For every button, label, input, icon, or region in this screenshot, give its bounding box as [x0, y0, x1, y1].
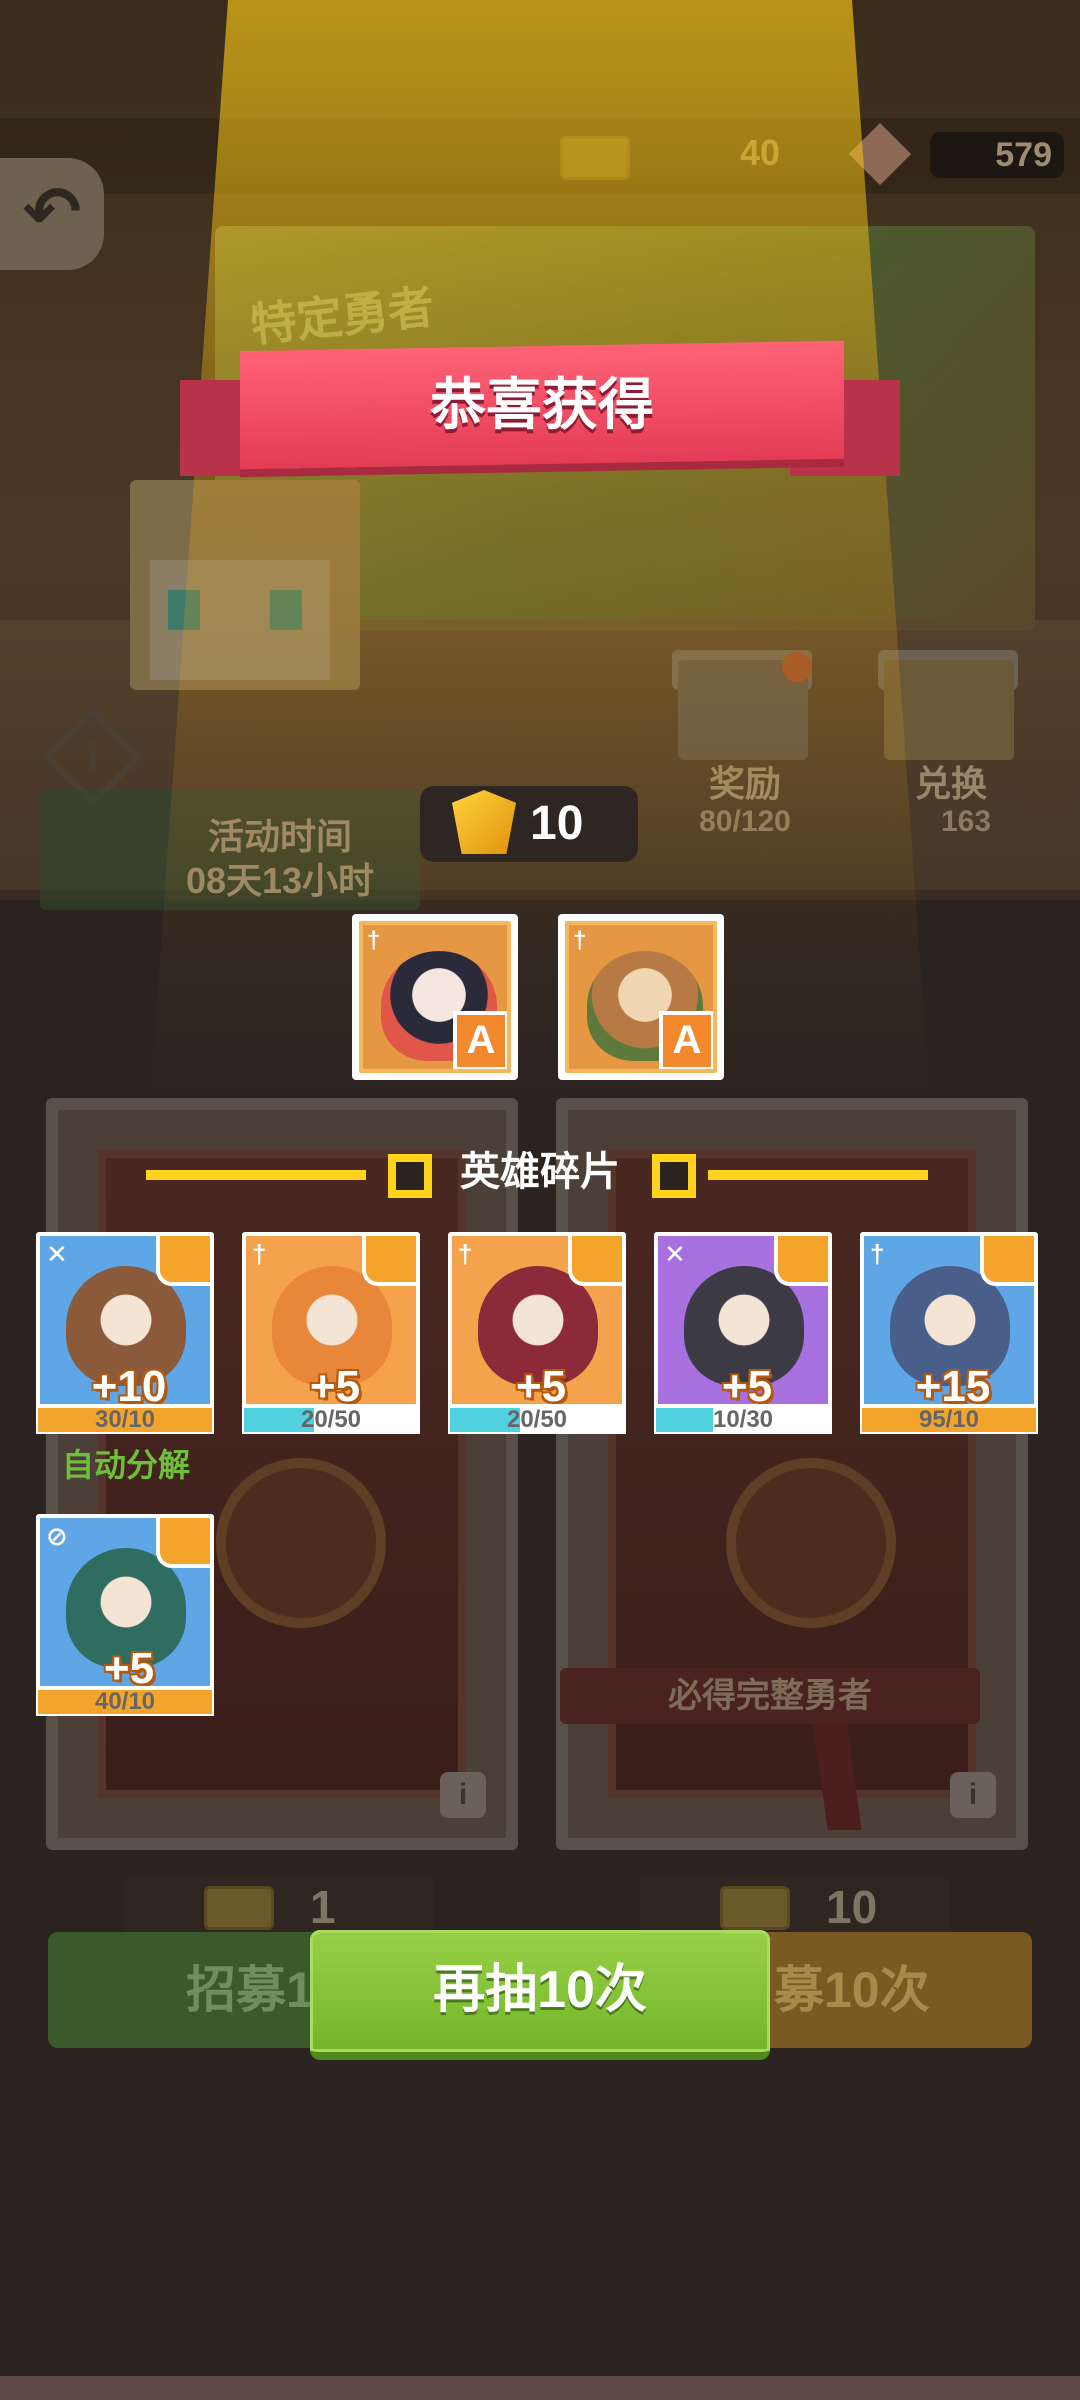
event-info-icon[interactable]: i — [58, 722, 128, 792]
reward-progress: 80/120 — [699, 805, 791, 838]
left-resource-count: 40 — [740, 132, 781, 173]
gold-gain-pill — [420, 786, 638, 862]
gem-count: 579 — [930, 132, 1064, 178]
fragment-amount: +5 — [515, 1362, 567, 1408]
single-cost-pill: 1 — [124, 1876, 434, 1938]
fragments-divider-right — [708, 1170, 928, 1180]
fragments-marker-left — [388, 1154, 432, 1198]
top-resource-bar — [0, 118, 1080, 194]
gold-gain-amount: 10 — [530, 797, 584, 850]
fragment-tile[interactable]: † +5 20/50 — [242, 1232, 420, 1434]
exchange-value: 163 — [940, 805, 992, 838]
fragment-frame: ⊘ +5 — [36, 1514, 214, 1690]
puzzle-piece-icon — [156, 1236, 210, 1286]
sword-icon: † — [252, 1239, 267, 1269]
sword-icon: † — [573, 927, 587, 954]
hero-card[interactable]: † A — [352, 914, 518, 1080]
fragment-tile[interactable]: ⊘ +5 40/10 — [36, 1514, 214, 1716]
reward-title: 恭喜获得 — [430, 373, 654, 436]
fragment-frame: † +15 — [860, 1232, 1038, 1408]
mascot-eye-left — [168, 590, 200, 630]
hammer-icon: ✕ — [664, 1239, 686, 1269]
reward-label[interactable]: 奖励 — [660, 755, 830, 807]
compass-icon: ⊘ — [46, 1521, 68, 1551]
fragment-amount: +15 — [915, 1362, 991, 1408]
fragment-amount: +5 — [103, 1644, 155, 1690]
gold-leaf-icon — [452, 790, 516, 854]
hero-rank-badge: A — [453, 1011, 507, 1069]
fragment-frame: ✕ +5 — [654, 1232, 832, 1408]
puzzle-piece-icon — [362, 1236, 416, 1286]
puzzle-piece-icon — [774, 1236, 828, 1286]
fragment-tile[interactable]: † +15 95/10 — [860, 1232, 1038, 1434]
fragment-frame: † +5 — [242, 1232, 420, 1408]
sword-icon: † — [458, 1239, 473, 1269]
fragment-frame: † +5 — [448, 1232, 626, 1408]
ten-cost: 10 — [826, 1881, 878, 1933]
hero-rank-badge: A — [659, 1011, 713, 1069]
ten-cost-pill: 10 — [640, 1876, 950, 1938]
fragment-progress-text: 20/50 — [506, 1406, 568, 1433]
fragment-progress-text: 20/50 — [300, 1406, 362, 1433]
hammer-icon: ✕ — [46, 1239, 68, 1269]
puzzle-piece-icon — [156, 1518, 210, 1568]
mascot-eye-right — [270, 590, 302, 630]
single-card-info-icon[interactable]: i — [440, 1772, 486, 1818]
ticket-icon — [204, 1886, 274, 1930]
guarantee-banner: 必得完整勇者 — [560, 1668, 980, 1724]
fragment-progress-text: 95/10 — [918, 1406, 980, 1433]
reward-notification-dot — [782, 652, 812, 682]
back-button[interactable]: ↶ — [0, 158, 104, 270]
fragment-tile[interactable]: ✕ +10 30/10 — [36, 1232, 214, 1434]
recruit-once-label: 招募1 — [186, 1962, 314, 2018]
ten-draw-card: i — [556, 1098, 1028, 1850]
fragment-frame: ✕ +10 — [36, 1232, 214, 1408]
fragment-tile[interactable]: ✕ +5 10/30 — [654, 1232, 832, 1434]
recruit-ten-label: 募10次 — [774, 1962, 930, 2018]
fragment-amount: +5 — [721, 1362, 773, 1408]
redraw-ten-button[interactable]: 再抽10次 — [310, 1930, 770, 2060]
sword-icon: † — [870, 1239, 885, 1269]
fragments-divider-left — [146, 1170, 366, 1180]
fragment-amount: +10 — [91, 1362, 167, 1408]
exchange-shop-icon[interactable] — [884, 660, 1014, 760]
hero-card[interactable]: † A — [558, 914, 724, 1080]
event-time-value: 08天13小时 — [185, 860, 375, 901]
fragment-progress-text: 40/10 — [94, 1688, 156, 1715]
fragments-title: 英雄碎片 — [460, 1150, 620, 1194]
exchange-label[interactable]: 兑换 — [866, 755, 1036, 807]
single-cost: 1 — [310, 1881, 336, 1933]
puzzle-piece-icon — [980, 1236, 1034, 1286]
fragment-progress-text: 30/10 — [94, 1406, 156, 1433]
fragment-progress-text: 10/30 — [712, 1406, 774, 1433]
ticket-icon — [720, 1886, 790, 1930]
fragment-tile[interactable]: † +5 20/50 — [448, 1232, 626, 1434]
bottom-strip — [0, 2376, 1080, 2400]
fragment-amount: +5 — [309, 1362, 361, 1408]
puzzle-piece-icon — [568, 1236, 622, 1286]
ten-card-info-icon[interactable]: i — [950, 1772, 996, 1818]
ticket-icon — [560, 130, 660, 180]
fragments-marker-right — [652, 1154, 696, 1198]
sword-icon: † — [367, 927, 381, 954]
auto-decompose-label: 自动分解 — [61, 1447, 190, 1483]
